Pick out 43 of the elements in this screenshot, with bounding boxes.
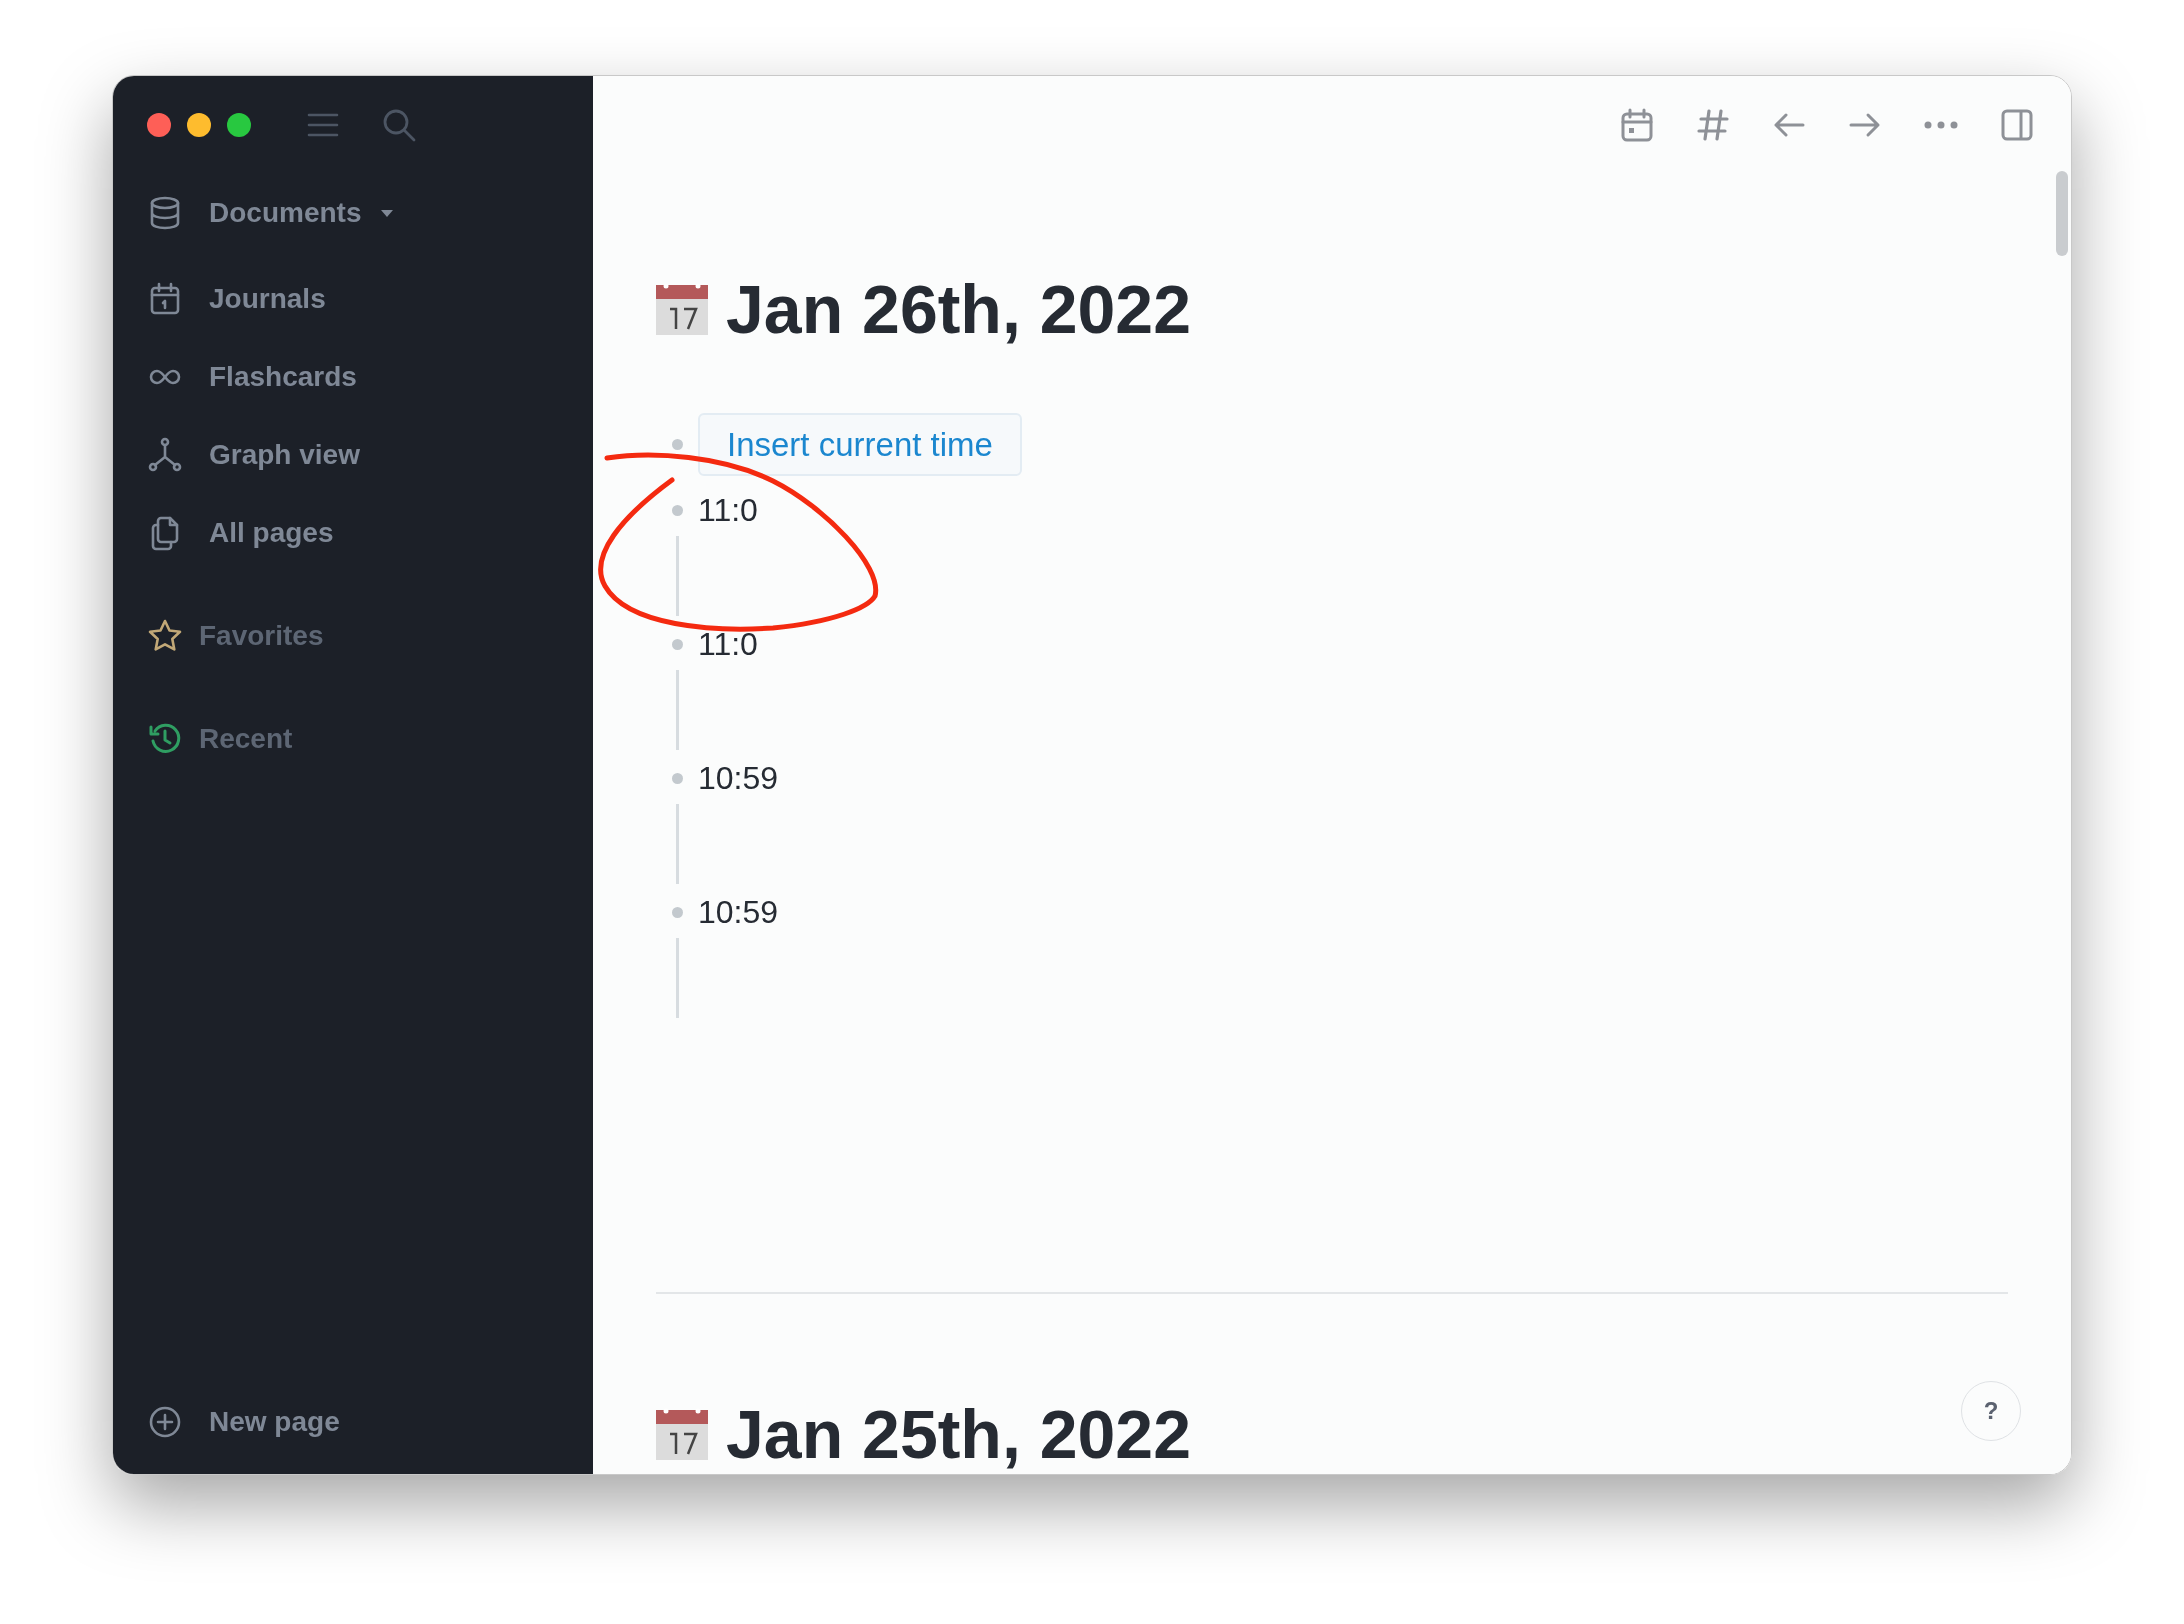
sidebar-item[interactable]: Documents bbox=[147, 185, 559, 241]
hashtag-icon[interactable] bbox=[1695, 106, 1731, 143]
sidebar-item-label: Journals bbox=[209, 282, 326, 316]
help-button[interactable]: ? bbox=[1961, 1381, 2021, 1441]
autocomplete-option[interactable]: Insert current time bbox=[698, 413, 1022, 476]
close-window-icon[interactable] bbox=[147, 113, 171, 137]
new-page-button[interactable]: New page bbox=[147, 1394, 559, 1450]
bullet-icon[interactable] bbox=[671, 772, 683, 784]
sidebar-item[interactable]: All pages bbox=[147, 505, 559, 561]
journal-title: Jan 25th, 2022 bbox=[726, 1395, 1191, 1474]
menu-icon[interactable] bbox=[307, 112, 339, 138]
calendar-icon bbox=[656, 283, 708, 335]
graph-icon bbox=[147, 437, 183, 473]
bullet-icon[interactable] bbox=[671, 504, 683, 516]
block-text[interactable]: 10:59 bbox=[698, 754, 779, 802]
calendar-icon[interactable] bbox=[1619, 106, 1655, 143]
sidebar-item-label: Flashcards bbox=[209, 360, 357, 394]
sidebar-item-label: Recent bbox=[199, 722, 293, 756]
sidebar-item[interactable]: Favorites bbox=[147, 608, 559, 664]
sidebar-item-label: Favorites bbox=[199, 619, 324, 653]
more-icon[interactable] bbox=[1923, 119, 1959, 130]
minimize-window-icon[interactable] bbox=[187, 113, 211, 137]
block-text[interactable]: 11:0 bbox=[698, 620, 758, 668]
sidebar-item[interactable]: Journals bbox=[147, 271, 559, 327]
sidebar-item[interactable]: Recent bbox=[147, 711, 559, 767]
maximize-window-icon[interactable] bbox=[227, 113, 251, 137]
calendar-icon bbox=[656, 1408, 708, 1460]
star-icon bbox=[147, 618, 183, 654]
sidebar-item-label: Graph view bbox=[209, 438, 360, 472]
bullet-icon[interactable] bbox=[671, 906, 683, 918]
block-text[interactable]: 11:0 bbox=[698, 486, 758, 534]
bullet-icon[interactable] bbox=[671, 638, 683, 650]
sidebar-item-label: All pages bbox=[209, 516, 334, 550]
bullet-icon[interactable] bbox=[671, 439, 683, 450]
sidebar-item[interactable]: Graph view bbox=[147, 427, 559, 483]
sidebar-item-label: Documents bbox=[209, 196, 362, 230]
caret-icon bbox=[379, 208, 396, 218]
search-icon[interactable] bbox=[382, 108, 416, 142]
journal-title: Jan 26th, 2022 bbox=[726, 270, 1191, 349]
scrollbar-thumb[interactable] bbox=[2056, 171, 2068, 256]
sidebar-item[interactable]: Flashcards bbox=[147, 349, 559, 405]
plus-circle-icon bbox=[147, 1404, 183, 1440]
block-text[interactable]: 10:59 bbox=[698, 888, 779, 936]
